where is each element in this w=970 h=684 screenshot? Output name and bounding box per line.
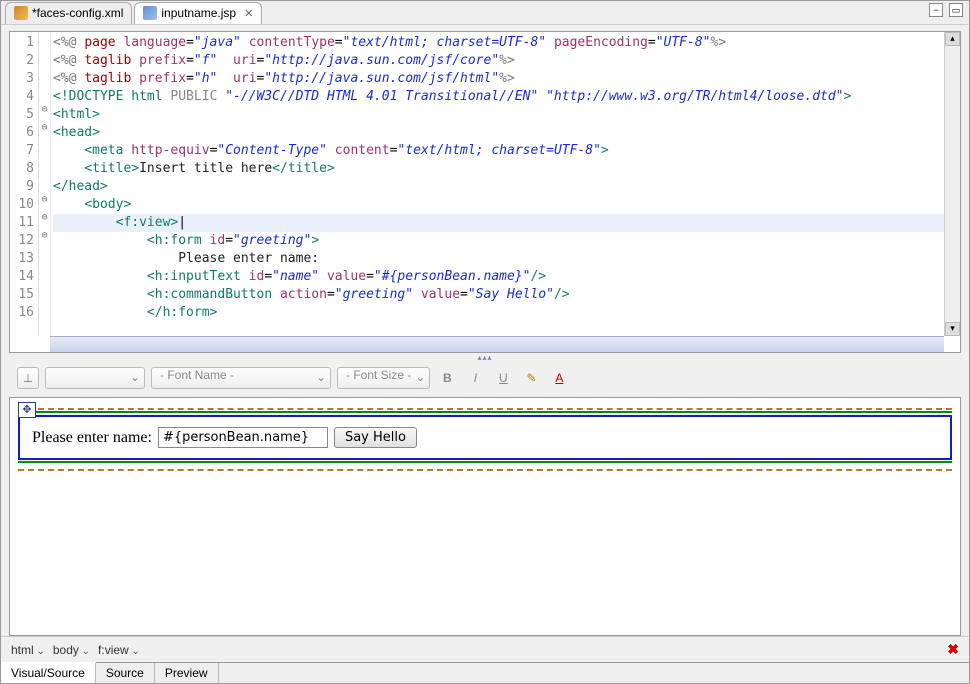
code-line[interactable]: </head> bbox=[53, 178, 960, 196]
code-line[interactable]: <%@ taglib prefix="h" uri="http://java.s… bbox=[53, 70, 960, 88]
source-editor-panel: 12345678910111213141516 ⊖⊖⊖⊖⊖ <%@ page l… bbox=[9, 31, 961, 353]
code-line[interactable]: <%@ page language="java" contentType="te… bbox=[53, 34, 960, 52]
tab-label: inputname.jsp bbox=[161, 6, 236, 20]
underline-button[interactable]: U bbox=[492, 367, 514, 389]
code-line[interactable]: <title>Insert title here</title> bbox=[53, 160, 960, 178]
fold-toggle-icon bbox=[39, 86, 50, 104]
fold-column[interactable]: ⊖⊖⊖⊖⊖ bbox=[39, 32, 51, 336]
window-controls: − ▭ bbox=[929, 3, 963, 17]
scroll-down-icon[interactable]: ▾ bbox=[945, 322, 960, 336]
name-input[interactable] bbox=[158, 427, 328, 448]
fold-toggle-icon[interactable]: ⊖ bbox=[39, 230, 50, 248]
move-handle-icon[interactable]: ✥ bbox=[18, 402, 36, 418]
code-line[interactable]: <f:view>| bbox=[53, 214, 960, 232]
maximize-icon[interactable]: ▭ bbox=[949, 3, 963, 17]
horizontal-scrollbar[interactable] bbox=[50, 336, 944, 352]
code-line[interactable]: <h:inputText id="name" value="#{personBe… bbox=[53, 268, 960, 286]
style-combo[interactable] bbox=[45, 367, 145, 389]
tab-label: *faces-config.xml bbox=[32, 6, 123, 20]
code-line[interactable]: </h:form> bbox=[53, 304, 960, 322]
minimize-icon[interactable]: − bbox=[929, 3, 943, 17]
xml-file-icon bbox=[14, 6, 28, 20]
visual-editor-toolbar: ⟂ - Font Name - - Font Size - B I U A bbox=[9, 363, 961, 393]
breadcrumb-item[interactable]: body bbox=[53, 643, 90, 657]
mode-tab[interactable]: Source bbox=[96, 663, 155, 683]
code-line[interactable]: <meta http-equiv="Content-Type" content=… bbox=[53, 142, 960, 160]
prompt-label: Please enter name: bbox=[32, 429, 152, 447]
close-breadcrumb-icon[interactable]: ✖ bbox=[947, 641, 959, 658]
breadcrumb-bar: html body f:view ✖ bbox=[1, 636, 969, 662]
fold-toggle-icon[interactable]: ⊖ bbox=[39, 104, 50, 122]
code-text-area[interactable]: <%@ page language="java" contentType="te… bbox=[51, 32, 960, 336]
jsp-file-icon bbox=[143, 6, 157, 20]
fold-toggle-icon[interactable]: ⊖ bbox=[39, 122, 50, 140]
italic-button[interactable]: I bbox=[464, 367, 486, 389]
code-line[interactable]: <head> bbox=[53, 124, 960, 142]
code-line[interactable]: <!DOCTYPE html PUBLIC "-//W3C//DTD HTML … bbox=[53, 88, 960, 106]
code-line[interactable]: Please enter name: bbox=[53, 250, 960, 268]
code-line[interactable]: <%@ taglib prefix="f" uri="http://java.s… bbox=[53, 52, 960, 70]
editor-tab[interactable]: *faces-config.xml bbox=[5, 2, 132, 24]
editor-tab[interactable]: inputname.jsp ✕ bbox=[134, 2, 262, 24]
form-outer-border bbox=[18, 408, 952, 410]
fold-toggle-icon bbox=[39, 302, 50, 320]
fold-toggle-icon bbox=[39, 158, 50, 176]
view-outline-bottom bbox=[18, 461, 952, 463]
vertical-scrollbar[interactable]: ▴ ▾ bbox=[944, 32, 960, 336]
code-line[interactable]: <html> bbox=[53, 106, 960, 124]
fold-toggle-icon bbox=[39, 68, 50, 86]
view-outline bbox=[18, 411, 952, 413]
breadcrumb-item[interactable]: html bbox=[11, 643, 45, 657]
split-handle[interactable]: ▴▴▴▾▾▾ bbox=[9, 353, 961, 363]
font-size-combo[interactable]: - Font Size - bbox=[337, 367, 430, 389]
editor-mode-tabs: Visual/SourceSourcePreview bbox=[1, 662, 969, 683]
fold-toggle-icon bbox=[39, 248, 50, 266]
editor-tab-bar: *faces-config.xml inputname.jsp ✕ − ▭ bbox=[1, 1, 969, 25]
font-name-combo[interactable]: - Font Name - bbox=[151, 367, 331, 389]
fold-toggle-icon bbox=[39, 50, 50, 68]
fold-toggle-icon bbox=[39, 284, 50, 302]
text-color-button[interactable]: A bbox=[548, 367, 570, 389]
fold-toggle-icon bbox=[39, 176, 50, 194]
code-line[interactable]: <h:form id="greeting"> bbox=[53, 232, 960, 250]
fold-toggle-icon[interactable]: ⊖ bbox=[39, 194, 50, 212]
fold-toggle-icon bbox=[39, 140, 50, 158]
line-number-gutter: 12345678910111213141516 bbox=[10, 32, 39, 336]
form-outer-border-bottom bbox=[18, 469, 952, 471]
text-tool-icon[interactable]: ⟂ bbox=[17, 367, 39, 389]
fold-toggle-icon bbox=[39, 266, 50, 284]
breadcrumb-item[interactable]: f:view bbox=[98, 643, 140, 657]
visual-preview-panel: ✥ Please enter name: Say Hello bbox=[9, 397, 961, 636]
fold-toggle-icon bbox=[39, 32, 50, 50]
bold-button[interactable]: B bbox=[436, 367, 458, 389]
form-selection-box[interactable]: Please enter name: Say Hello bbox=[18, 415, 952, 460]
highlight-button[interactable] bbox=[520, 367, 542, 389]
say-hello-button[interactable]: Say Hello bbox=[334, 427, 417, 448]
close-icon[interactable]: ✕ bbox=[244, 7, 253, 20]
mode-tab[interactable]: Visual/Source bbox=[1, 662, 96, 683]
code-line[interactable]: <h:commandButton action="greeting" value… bbox=[53, 286, 960, 304]
fold-toggle-icon[interactable]: ⊖ bbox=[39, 212, 50, 230]
mode-tab[interactable]: Preview bbox=[155, 663, 219, 683]
code-line[interactable]: <body> bbox=[53, 196, 960, 214]
scroll-up-icon[interactable]: ▴ bbox=[945, 32, 960, 46]
